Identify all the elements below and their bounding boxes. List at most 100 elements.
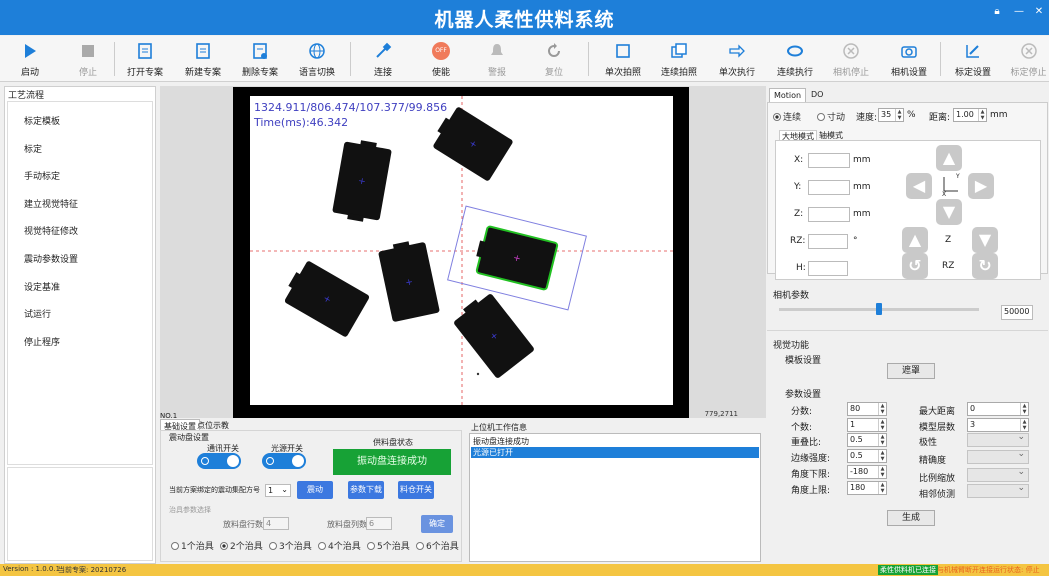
fixture-confirm-button[interactable]: 确定 (421, 515, 453, 533)
comm-switch-toggle[interactable] (197, 453, 241, 469)
jog-z-minus-button[interactable]: ▼ (972, 227, 998, 253)
max-distance-spinner[interactable]: 0 ▲ ▼ (967, 402, 1029, 416)
new-project-button[interactable]: 新建专案 (180, 36, 226, 82)
connect-button[interactable]: 连接 (364, 36, 402, 82)
score-spinner[interactable]: 80 ▲ ▼ (847, 402, 887, 416)
mask-button[interactable]: 遮罩 (887, 363, 935, 379)
jog-y-minus-button[interactable]: ▼ (936, 199, 962, 225)
param-download-button[interactable]: 参数下载 (348, 481, 384, 499)
neighbor-detect-select[interactable] (967, 483, 1029, 498)
params-title: 参数设置 (785, 390, 822, 400)
jog-x-plus-button[interactable]: ▶ (968, 173, 994, 199)
close-icon[interactable]: ✕ (1030, 6, 1048, 20)
fixture-option[interactable]: 1个治具 (171, 539, 214, 552)
speed-spinner[interactable]: 35 ▲ ▼ (878, 108, 904, 122)
jog-x-minus-button[interactable]: ◀ (906, 173, 932, 199)
angle-max-spinner[interactable]: 180 ▲ ▼ (847, 481, 887, 495)
process-item[interactable]: 震动参数设置 (24, 252, 78, 265)
start-button[interactable]: 启动 (10, 36, 50, 82)
jog-y-plus-button[interactable]: ▲ (936, 145, 962, 171)
x-input[interactable] (808, 153, 850, 168)
mode-jog[interactable]: 寸动 (817, 110, 845, 123)
radio-icon (416, 542, 424, 550)
loop-icon (787, 45, 803, 57)
fixture-option[interactable]: 2个治具 (220, 539, 263, 552)
tab-do[interactable]: DO (807, 88, 827, 102)
slider-thumb[interactable] (876, 303, 882, 315)
count-value: 1 (850, 420, 856, 429)
camera-viewer[interactable]: + + + + + + 1324.911/806.474/107.377/99.… (160, 86, 766, 418)
single-capture-button[interactable]: 单次拍照 (600, 36, 646, 82)
work-log-list[interactable]: 振动盘连接成功 光源已打开 (469, 433, 761, 562)
z-pad-label: Z (945, 235, 952, 245)
h-input[interactable] (808, 261, 848, 276)
stacked-squares-icon (671, 43, 687, 58)
alarm-button[interactable]: 警报 (478, 36, 516, 82)
camera-stop-button[interactable]: 相机停止 (828, 36, 874, 82)
minimize-icon[interactable]: — (1010, 6, 1028, 20)
language-button[interactable]: 语言切换 (296, 36, 338, 82)
app-title: 机器人柔性供料系统 (434, 9, 615, 31)
calib-stop-button[interactable]: 标定停止 (1008, 36, 1049, 82)
stop-button[interactable]: 停止 (68, 36, 108, 82)
distance-spinner[interactable]: 1.00 ▲ ▼ (953, 108, 987, 122)
jog-rz-ccw-button[interactable]: ↺ (902, 253, 928, 279)
cols-input[interactable]: 6 (366, 517, 392, 530)
angle-min-spinner[interactable]: -180 ▲ ▼ (847, 465, 887, 479)
process-item[interactable]: 建立视觉特征 (24, 197, 78, 210)
lock-icon[interactable]: 🔒︎ (988, 6, 1006, 20)
light-switch-toggle[interactable] (262, 453, 306, 469)
fixture-option[interactable]: 4个治具 (318, 539, 361, 552)
tab-motion[interactable]: Motion (769, 88, 807, 102)
score-value: 80 (850, 404, 861, 413)
calib-settings-label: 标定设置 (954, 68, 991, 78)
process-item[interactable]: 标定 (24, 142, 42, 155)
count-spinner[interactable]: 1 ▲ ▼ (847, 418, 887, 432)
process-item[interactable]: 视觉特征修改 (24, 224, 78, 237)
angle-max-label: 角度上限: (791, 486, 831, 496)
log-entry[interactable]: 光源已打开 (471, 447, 759, 458)
arrow-up-icon: ▲ (908, 230, 922, 249)
part: + (454, 294, 534, 378)
fixture-option[interactable]: 3个治具 (269, 539, 312, 552)
delete-project-button[interactable]: 删除专案 (237, 36, 283, 82)
plan-select[interactable]: 1 ⌄ (265, 484, 291, 497)
overlap-spinner[interactable]: 0.5 ▲ ▼ (847, 433, 887, 447)
enable-button[interactable]: OFF 使能 (422, 36, 460, 82)
log-entry[interactable]: 振动盘连接成功 (471, 436, 759, 447)
y-input[interactable] (808, 180, 850, 195)
continuous-capture-button[interactable]: 连续拍照 (656, 36, 702, 82)
generate-button[interactable]: 生成 (887, 510, 935, 526)
open-project-button[interactable]: 打开专案 (122, 36, 168, 82)
vibrate-button[interactable]: 震动 (297, 481, 333, 499)
process-item[interactable]: 试运行 (24, 307, 51, 320)
tray-switch-button[interactable]: 料仓开关 (398, 481, 434, 499)
process-item[interactable]: 停止程序 (24, 335, 60, 348)
model-layers-spinner[interactable]: 3 ▲ ▼ (967, 418, 1029, 432)
rz-input[interactable] (808, 234, 848, 249)
calib-settings-button[interactable]: 标定设置 (950, 36, 996, 82)
scale-select[interactable] (967, 467, 1029, 482)
z-input[interactable] (808, 207, 850, 222)
precision-select[interactable] (967, 449, 1029, 464)
world-mode-panel: X: mm Y: mm Z: mm RZ: ° H: ▲ ◀ ▶ ▼ Y X ▲… (775, 140, 1041, 280)
camera-exposure-value[interactable]: 50000 (1001, 305, 1033, 320)
rows-input[interactable]: 4 (263, 517, 289, 530)
fixture-option[interactable]: 6个治具 (416, 539, 459, 552)
edge-spinner[interactable]: 0.5 ▲ ▼ (847, 449, 887, 463)
z-unit: mm (853, 209, 871, 219)
mode-continuous[interactable]: 连续 (773, 110, 801, 123)
vision-title: 视觉功能 (773, 341, 810, 351)
polarity-select[interactable] (967, 432, 1029, 447)
fixture-option[interactable]: 5个治具 (367, 539, 410, 552)
single-exec-button[interactable]: 单次执行 (714, 36, 760, 82)
camera-exposure-slider[interactable] (779, 303, 979, 315)
camera-settings-button[interactable]: 相机设置 (886, 36, 932, 82)
process-item[interactable]: 设定基准 (24, 280, 60, 293)
process-item[interactable]: 标定模板 (24, 114, 60, 127)
jog-z-plus-button[interactable]: ▲ (902, 227, 928, 253)
reset-button[interactable]: 复位 (535, 36, 573, 82)
jog-rz-cw-button[interactable]: ↻ (972, 253, 998, 279)
process-item[interactable]: 手动标定 (24, 169, 60, 182)
continuous-exec-button[interactable]: 连续执行 (772, 36, 818, 82)
